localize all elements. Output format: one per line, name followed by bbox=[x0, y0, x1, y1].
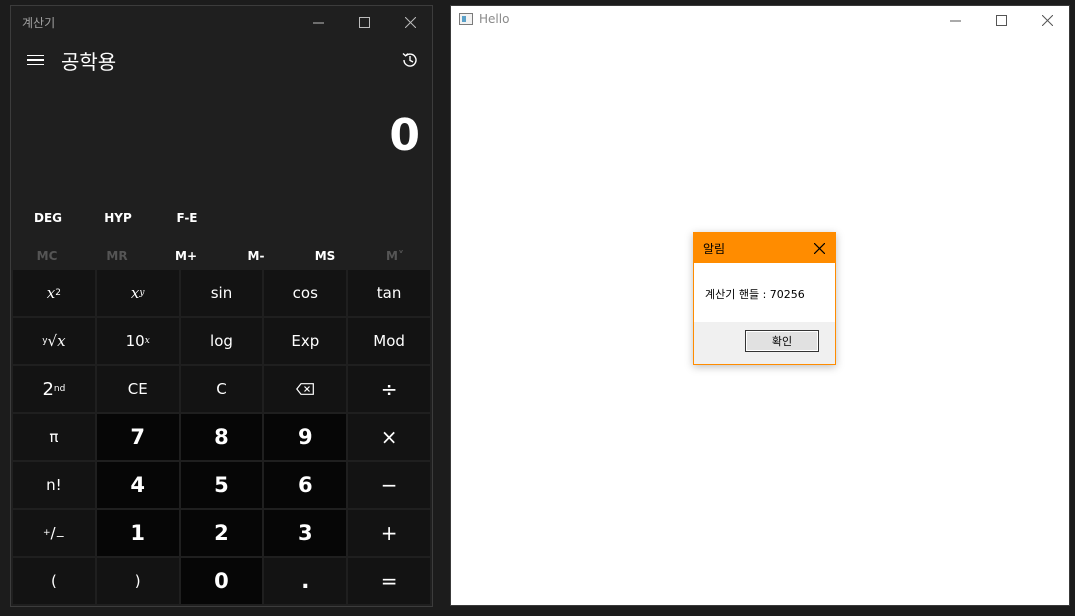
close-paren-button[interactable]: ) bbox=[96, 558, 179, 604]
open-paren-button[interactable]: ( bbox=[13, 558, 95, 604]
dialog-message: 계산기 핸들 : 70256 bbox=[705, 288, 805, 301]
pi-button[interactable]: π bbox=[13, 414, 95, 460]
calculator-maximize-button[interactable] bbox=[341, 6, 387, 38]
dialog-title: 알림 bbox=[703, 242, 726, 256]
second-function-button[interactable]: 2nd bbox=[13, 366, 95, 412]
clear-button[interactable]: C bbox=[180, 366, 263, 412]
digit-3-button[interactable]: 3 bbox=[264, 510, 347, 556]
result-display: 0 bbox=[389, 110, 420, 161]
ten-power-button[interactable]: 10 x bbox=[96, 318, 179, 364]
backspace-button[interactable] bbox=[264, 366, 347, 412]
backspace-icon bbox=[296, 383, 315, 395]
app-window-icon bbox=[459, 13, 473, 25]
close-icon bbox=[404, 16, 416, 28]
hello-maximize-button[interactable] bbox=[978, 6, 1024, 34]
memory-list-button[interactable]: M˅ bbox=[360, 241, 430, 271]
negate-button[interactable]: + / − bbox=[13, 510, 95, 556]
cos-button[interactable]: cos bbox=[264, 270, 347, 316]
mod-button[interactable]: Mod bbox=[348, 318, 430, 364]
hyp-button[interactable]: HYP bbox=[83, 202, 153, 234]
hello-close-button[interactable] bbox=[1024, 6, 1070, 34]
deg-button[interactable]: DEG bbox=[13, 202, 83, 234]
minimize-icon bbox=[312, 22, 324, 23]
close-icon bbox=[813, 242, 825, 254]
memory-store-button[interactable]: MS bbox=[290, 241, 360, 271]
exp-button[interactable]: Exp bbox=[264, 318, 347, 364]
dialog-titlebar[interactable]: 알림 bbox=[694, 233, 835, 263]
hello-window-title: Hello bbox=[479, 12, 510, 26]
function-row: DEG HYP F-E bbox=[11, 202, 432, 234]
digit-8-button[interactable]: 8 bbox=[180, 414, 263, 460]
memory-add-button[interactable]: M+ bbox=[151, 241, 221, 271]
digit-5-button[interactable]: 5 bbox=[180, 462, 263, 508]
equals-button[interactable]: = bbox=[348, 558, 430, 604]
history-button[interactable] bbox=[394, 44, 426, 76]
memory-recall-button[interactable]: MR bbox=[82, 241, 152, 271]
digit-9-button[interactable]: 9 bbox=[264, 414, 347, 460]
mode-title: 공학용 bbox=[61, 50, 117, 74]
maximize-icon bbox=[358, 16, 370, 28]
root-button[interactable]: y √ x bbox=[13, 318, 95, 364]
digit-0-button[interactable]: 0 bbox=[180, 558, 263, 604]
hello-minimize-button[interactable] bbox=[932, 6, 978, 34]
hello-titlebar[interactable]: Hello bbox=[451, 6, 1069, 34]
factorial-button[interactable]: n! bbox=[13, 462, 95, 508]
square-button[interactable]: x2 bbox=[13, 270, 95, 316]
calculator-window-title: 계산기 bbox=[22, 16, 56, 30]
memory-row: MC MR M+ M- MS M˅ bbox=[11, 241, 432, 271]
divide-button[interactable]: ÷ bbox=[348, 366, 430, 412]
memory-clear-button[interactable]: MC bbox=[12, 241, 82, 271]
minus-button[interactable]: − bbox=[348, 462, 430, 508]
fe-button[interactable]: F-E bbox=[152, 202, 222, 234]
calculator-titlebar[interactable]: 계산기 bbox=[11, 6, 432, 38]
memory-subtract-button[interactable]: M- bbox=[221, 241, 291, 271]
clear-entry-button[interactable]: CE bbox=[96, 366, 179, 412]
hamburger-icon bbox=[26, 54, 44, 57]
close-icon bbox=[1041, 14, 1053, 26]
hamburger-menu-button[interactable] bbox=[17, 42, 53, 78]
digit-1-button[interactable]: 1 bbox=[96, 510, 179, 556]
dialog-close-button[interactable] bbox=[805, 233, 833, 263]
digit-6-button[interactable]: 6 bbox=[264, 462, 347, 508]
tan-button[interactable]: tan bbox=[348, 270, 430, 316]
digit-7-button[interactable]: 7 bbox=[96, 414, 179, 460]
decimal-button[interactable]: . bbox=[264, 558, 347, 604]
maximize-icon bbox=[995, 14, 1007, 26]
sin-button[interactable]: sin bbox=[180, 270, 263, 316]
calculator-close-button[interactable] bbox=[387, 6, 433, 38]
ok-button[interactable]: 확인 bbox=[745, 330, 819, 352]
history-icon bbox=[402, 52, 417, 67]
log-button[interactable]: log bbox=[180, 318, 263, 364]
mode-header: 공학용 bbox=[11, 40, 432, 80]
multiply-button[interactable]: × bbox=[348, 414, 430, 460]
calculator-window: 계산기 공학용 0 DEG HYP F-E MC MR M+ M- MS M˅ … bbox=[10, 5, 433, 607]
dialog-footer: 확인 bbox=[694, 322, 835, 364]
minimize-icon bbox=[949, 20, 961, 21]
power-button[interactable]: xy bbox=[96, 270, 179, 316]
alert-dialog: 알림 계산기 핸들 : 70256 확인 bbox=[693, 232, 836, 365]
digit-4-button[interactable]: 4 bbox=[96, 462, 179, 508]
plus-button[interactable]: + bbox=[348, 510, 430, 556]
digit-2-button[interactable]: 2 bbox=[180, 510, 263, 556]
dialog-body: 계산기 핸들 : 70256 bbox=[694, 263, 835, 322]
calculator-minimize-button[interactable] bbox=[295, 6, 341, 38]
keypad: x2 xy sin cos tan y √ x 10 x log Exp Mod 2n… bbox=[13, 270, 430, 604]
